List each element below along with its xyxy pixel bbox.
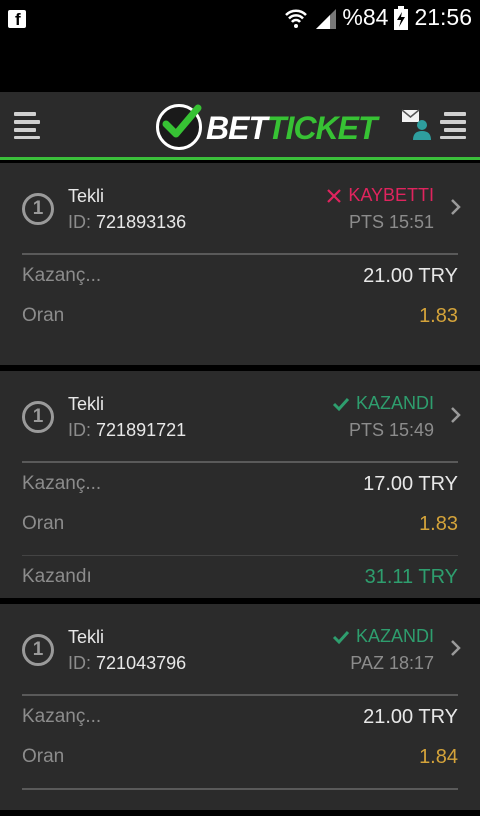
chevron-right-icon[interactable] — [448, 405, 464, 425]
ticket-status-label: KAYBETTI — [348, 185, 434, 205]
right-menu-icon[interactable] — [440, 112, 466, 139]
ticket-date: PAZ 18:17 — [350, 653, 434, 673]
ticket-id-label: ID: — [68, 653, 92, 673]
odds-label: Oran — [22, 305, 65, 326]
ticket-status: KAZANDI — [332, 626, 434, 647]
stake-row: Kazanç... 21.00 TRY — [22, 696, 458, 736]
ticket-status-label: KAZANDI — [355, 393, 434, 413]
battery-percent: %84 — [342, 4, 389, 30]
ticket-status: KAZANDI — [332, 393, 434, 414]
odds-value: 1.83 — [419, 305, 458, 327]
ticket-type: Tekli — [68, 186, 105, 206]
odds-row: Oran 1.83 — [22, 503, 458, 543]
odds-row: Oran 1.83 — [22, 295, 458, 335]
logo-text: BETTICKET — [206, 110, 378, 147]
menu-icon[interactable] — [14, 112, 40, 139]
ticket-card[interactable]: 1 Tekli ID: 721043796 KAZANDI PAZ 18:17 … — [0, 604, 480, 810]
ticket-card[interactable]: 1 Tekli ID: 721893136 KAYBETTI PTS 15:51… — [0, 163, 480, 365]
chevron-right-icon[interactable] — [448, 197, 464, 217]
logo-ticket: TICKET — [267, 110, 378, 146]
brand-logo[interactable]: BETTICKET — [156, 102, 382, 152]
user-messages-icon[interactable] — [400, 108, 432, 140]
chevron-right-icon[interactable] — [448, 638, 464, 658]
clock: 21:56 — [414, 4, 472, 30]
app-header: BETTICKET — [0, 92, 480, 160]
ticket-card[interactable]: 1 Tekli ID: 721891721 KAZANDI PTS 15:49 … — [0, 371, 480, 598]
status-spacer — [0, 38, 480, 92]
ticket-number-badge: 1 — [22, 193, 54, 225]
stake-label: Kazanç... — [22, 706, 102, 727]
stake-value: 21.00 TRY — [363, 706, 458, 728]
odds-row: Oran 1.84 — [22, 736, 458, 776]
logo-bet: BET — [206, 110, 268, 146]
ticket-id: 721893136 — [96, 212, 187, 232]
check-icon — [332, 397, 350, 411]
win-label: Kazandı — [22, 566, 92, 587]
ticket-id: 721891721 — [96, 420, 187, 440]
ticket-number-badge: 1 — [22, 634, 54, 666]
ticket-date: PTS 15:51 — [348, 212, 434, 232]
ticket-id-line: ID: 721043796 — [68, 653, 186, 674]
ticket-date: PTS 15:49 — [348, 420, 434, 440]
win-value: 31.11 TRY — [364, 566, 458, 588]
stake-label: Kazanç... — [22, 473, 102, 494]
odds-value: 1.84 — [419, 746, 458, 768]
ticket-number-badge: 1 — [22, 401, 54, 433]
ticket-id-line: ID: 721891721 — [68, 420, 186, 441]
stake-value: 21.00 TRY — [363, 265, 458, 287]
logo-check-icon — [156, 104, 202, 150]
status-bar: f %84 21:56 — [0, 0, 480, 38]
close-x-icon — [327, 188, 342, 203]
stake-row: Kazanç... 21.00 TRY — [22, 255, 458, 295]
wifi-icon — [285, 9, 308, 28]
ticket-id-line: ID: 721893136 — [68, 212, 186, 233]
win-row: Kazandı 31.11 TRY — [22, 556, 458, 596]
ticket-id-label: ID: — [68, 212, 92, 232]
battery-icon — [394, 5, 409, 30]
signal-icon — [316, 8, 337, 29]
facebook-icon: f — [8, 10, 26, 29]
ticket-status: KAYBETTI — [326, 185, 434, 206]
odds-label: Oran — [22, 513, 65, 534]
ticket-status-label: KAZANDI — [355, 626, 434, 646]
ticket-id-label: ID: — [68, 420, 92, 440]
odds-label: Oran — [22, 746, 65, 767]
odds-value: 1.83 — [419, 513, 458, 535]
stake-label: Kazanç... — [22, 265, 102, 286]
ticket-list: 1 Tekli ID: 721893136 KAYBETTI PTS 15:51… — [0, 163, 480, 816]
ticket-id: 721043796 — [96, 653, 187, 673]
status-bar-right: %84 21:56 — [284, 4, 472, 31]
stake-row: Kazanç... 17.00 TRY — [22, 463, 458, 503]
stake-value: 17.00 TRY — [363, 473, 458, 495]
ticket-type: Tekli — [68, 627, 105, 647]
check-icon — [332, 630, 350, 644]
ticket-type: Tekli — [68, 394, 105, 414]
